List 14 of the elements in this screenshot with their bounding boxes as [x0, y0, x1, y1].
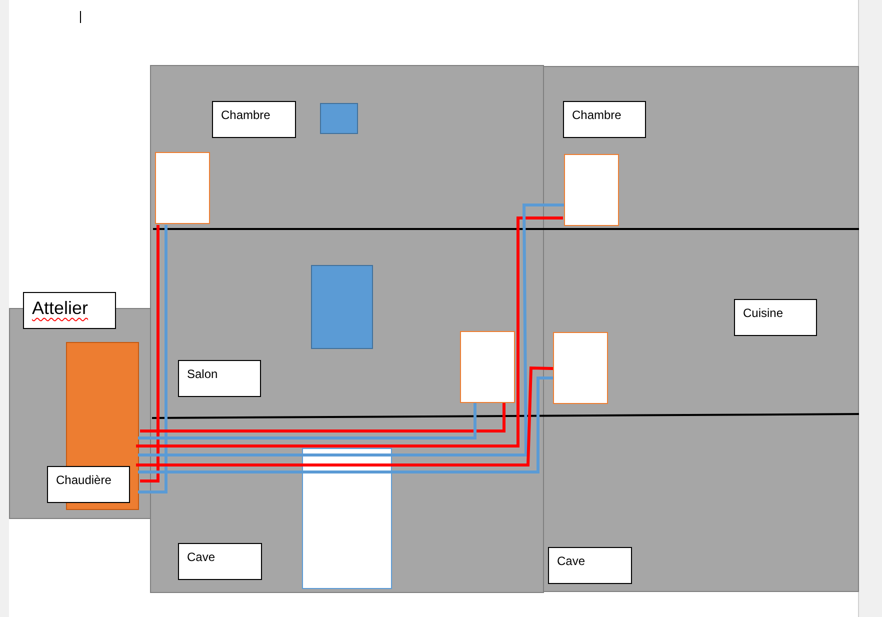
room-label: Chambre — [212, 101, 296, 138]
radiator-shape — [460, 331, 515, 403]
room-label: Attelier — [23, 292, 116, 329]
radiator-shape — [155, 152, 210, 224]
room-label: Cave — [178, 543, 262, 580]
room-label: Salon — [178, 360, 261, 397]
text-cursor-icon — [80, 11, 81, 23]
radiator-shape — [564, 154, 619, 226]
radiator-shape — [553, 332, 608, 404]
room-label: Cave — [548, 547, 632, 584]
window-shape — [320, 103, 358, 134]
room-label: Cuisine — [734, 299, 817, 336]
room-label: Chaudière — [47, 466, 130, 503]
room-label: Chambre — [563, 101, 646, 138]
